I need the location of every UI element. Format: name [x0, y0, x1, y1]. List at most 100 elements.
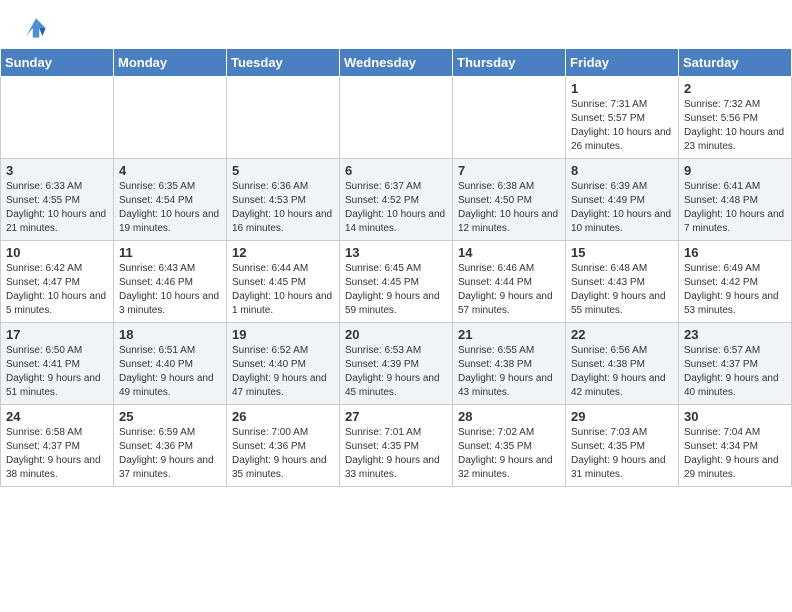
- day-info: Sunrise: 6:44 AM Sunset: 4:45 PM Dayligh…: [232, 263, 332, 316]
- calendar-cell: 19 Sunrise: 6:52 AM Sunset: 4:40 PM Dayli…: [227, 323, 340, 405]
- calendar-week-5: 24Sunrise: 6:58 AM Sunset: 4:37 PM Dayli…: [1, 405, 792, 487]
- day-info: Sunrise: 6:35 AM Sunset: 4:54 PM Dayligh…: [119, 181, 219, 234]
- calendar-cell: 28 Sunrise: 7:02 AM Sunset: 4:35 PM Dayli…: [453, 405, 566, 487]
- day-info: Sunrise: 6:55 AM Sunset: 4:38 PM Dayligh…: [458, 345, 553, 398]
- day-number: 10: [6, 245, 108, 260]
- day-number: 6: [345, 163, 447, 178]
- calendar-cell: [227, 77, 340, 159]
- calendar-cell: 22 Sunrise: 6:56 AM Sunset: 4:38 PM Dayli…: [566, 323, 679, 405]
- day-number: 26: [232, 409, 334, 424]
- calendar-cell: 13 Sunrise: 6:45 AM Sunset: 4:45 PM Dayli…: [340, 241, 453, 323]
- col-header-monday: Monday: [114, 49, 227, 77]
- calendar-cell: 26 Sunrise: 7:00 AM Sunset: 4:36 PM Dayli…: [227, 405, 340, 487]
- day-number: 4: [119, 163, 221, 178]
- day-info: Sunrise: 6:33 AM Sunset: 4:55 PM Dayligh…: [6, 181, 106, 234]
- day-number: 22: [571, 327, 673, 342]
- calendar-cell: 20 Sunrise: 6:53 AM Sunset: 4:39 PM Dayli…: [340, 323, 453, 405]
- day-info: Sunrise: 6:37 AM Sunset: 4:52 PM Dayligh…: [345, 181, 445, 234]
- col-header-saturday: Saturday: [679, 49, 792, 77]
- calendar-cell: 8Sunrise: 6:39 AM Sunset: 4:49 PM Daylig…: [566, 159, 679, 241]
- calendar-cell: 7 Sunrise: 6:38 AM Sunset: 4:50 PM Daylig…: [453, 159, 566, 241]
- page-header: [0, 0, 792, 48]
- day-number: 15: [571, 245, 673, 260]
- calendar-cell: 2 Sunrise: 7:32 AM Sunset: 5:56 PM Daylig…: [679, 77, 792, 159]
- calendar-week-3: 10 Sunrise: 6:42 AM Sunset: 4:47 PM Dayli…: [1, 241, 792, 323]
- col-header-sunday: Sunday: [1, 49, 114, 77]
- day-number: 24: [6, 409, 108, 424]
- day-number: 13: [345, 245, 447, 260]
- calendar-week-4: 17 Sunrise: 6:50 AM Sunset: 4:41 PM Dayli…: [1, 323, 792, 405]
- calendar-cell: 6 Sunrise: 6:37 AM Sunset: 4:52 PM Daylig…: [340, 159, 453, 241]
- calendar-cell: 25 Sunrise: 6:59 AM Sunset: 4:36 PM Dayli…: [114, 405, 227, 487]
- day-number: 8: [571, 163, 673, 178]
- day-number: 2: [684, 81, 786, 96]
- day-info: Sunrise: 6:50 AM Sunset: 4:41 PM Dayligh…: [6, 345, 101, 398]
- calendar-cell: 24Sunrise: 6:58 AM Sunset: 4:37 PM Dayli…: [1, 405, 114, 487]
- calendar-cell: 16 Sunrise: 6:49 AM Sunset: 4:42 PM Dayli…: [679, 241, 792, 323]
- day-info: Sunrise: 6:38 AM Sunset: 4:50 PM Dayligh…: [458, 181, 558, 234]
- day-info: Sunrise: 6:51 AM Sunset: 4:40 PM Dayligh…: [119, 345, 214, 398]
- day-info: Sunrise: 6:43 AM Sunset: 4:46 PM Dayligh…: [119, 263, 219, 316]
- day-info: Sunrise: 6:52 AM Sunset: 4:40 PM Dayligh…: [232, 345, 327, 398]
- day-number: 25: [119, 409, 221, 424]
- day-info: Sunrise: 7:32 AM Sunset: 5:56 PM Dayligh…: [684, 99, 784, 152]
- day-info: Sunrise: 6:45 AM Sunset: 4:45 PM Dayligh…: [345, 263, 440, 316]
- col-header-tuesday: Tuesday: [227, 49, 340, 77]
- day-number: 23: [684, 327, 786, 342]
- day-info: Sunrise: 6:36 AM Sunset: 4:53 PM Dayligh…: [232, 181, 332, 234]
- calendar-cell: 12 Sunrise: 6:44 AM Sunset: 4:45 PM Dayli…: [227, 241, 340, 323]
- day-info: Sunrise: 7:00 AM Sunset: 4:36 PM Dayligh…: [232, 427, 327, 480]
- day-info: Sunrise: 6:57 AM Sunset: 4:37 PM Dayligh…: [684, 345, 779, 398]
- logo-icon: [20, 12, 52, 44]
- day-number: 11: [119, 245, 221, 260]
- day-number: 21: [458, 327, 560, 342]
- day-number: 28: [458, 409, 560, 424]
- day-number: 5: [232, 163, 334, 178]
- day-info: Sunrise: 6:42 AM Sunset: 4:47 PM Dayligh…: [6, 263, 106, 316]
- day-number: 29: [571, 409, 673, 424]
- day-number: 18: [119, 327, 221, 342]
- calendar-cell: 3Sunrise: 6:33 AM Sunset: 4:55 PM Daylig…: [1, 159, 114, 241]
- calendar-week-1: 1Sunrise: 7:31 AM Sunset: 5:57 PM Daylig…: [1, 77, 792, 159]
- calendar-cell: 17 Sunrise: 6:50 AM Sunset: 4:41 PM Dayli…: [1, 323, 114, 405]
- day-info: Sunrise: 6:46 AM Sunset: 4:44 PM Dayligh…: [458, 263, 553, 316]
- calendar-cell: 11 Sunrise: 6:43 AM Sunset: 4:46 PM Dayli…: [114, 241, 227, 323]
- calendar-cell: [114, 77, 227, 159]
- day-number: 19: [232, 327, 334, 342]
- col-header-wednesday: Wednesday: [340, 49, 453, 77]
- calendar-cell: 5 Sunrise: 6:36 AM Sunset: 4:53 PM Daylig…: [227, 159, 340, 241]
- day-number: 14: [458, 245, 560, 260]
- col-header-thursday: Thursday: [453, 49, 566, 77]
- calendar-cell: 23 Sunrise: 6:57 AM Sunset: 4:37 PM Dayli…: [679, 323, 792, 405]
- day-info: Sunrise: 6:41 AM Sunset: 4:48 PM Dayligh…: [684, 181, 784, 234]
- day-number: 20: [345, 327, 447, 342]
- calendar-cell: 14 Sunrise: 6:46 AM Sunset: 4:44 PM Dayli…: [453, 241, 566, 323]
- calendar-cell: 21 Sunrise: 6:55 AM Sunset: 4:38 PM Dayli…: [453, 323, 566, 405]
- day-info: Sunrise: 7:01 AM Sunset: 4:35 PM Dayligh…: [345, 427, 440, 480]
- logo: [16, 12, 52, 44]
- day-number: 7: [458, 163, 560, 178]
- day-info: Sunrise: 7:31 AM Sunset: 5:57 PM Dayligh…: [571, 99, 671, 152]
- calendar-cell: [340, 77, 453, 159]
- calendar-cell: 29 Sunrise: 7:03 AM Sunset: 4:35 PM Dayli…: [566, 405, 679, 487]
- calendar-week-2: 3Sunrise: 6:33 AM Sunset: 4:55 PM Daylig…: [1, 159, 792, 241]
- col-header-friday: Friday: [566, 49, 679, 77]
- calendar-header-row: SundayMondayTuesdayWednesdayThursdayFrid…: [1, 49, 792, 77]
- day-info: Sunrise: 6:59 AM Sunset: 4:36 PM Dayligh…: [119, 427, 214, 480]
- calendar-cell: 4 Sunrise: 6:35 AM Sunset: 4:54 PM Daylig…: [114, 159, 227, 241]
- day-info: Sunrise: 7:03 AM Sunset: 4:35 PM Dayligh…: [571, 427, 666, 480]
- day-number: 16: [684, 245, 786, 260]
- day-info: Sunrise: 6:53 AM Sunset: 4:39 PM Dayligh…: [345, 345, 440, 398]
- day-number: 17: [6, 327, 108, 342]
- calendar-cell: 30Sunrise: 7:04 AM Sunset: 4:34 PM Dayli…: [679, 405, 792, 487]
- day-info: Sunrise: 7:04 AM Sunset: 4:34 PM Dayligh…: [684, 427, 779, 480]
- day-info: Sunrise: 7:02 AM Sunset: 4:35 PM Dayligh…: [458, 427, 553, 480]
- day-info: Sunrise: 6:48 AM Sunset: 4:43 PM Dayligh…: [571, 263, 666, 316]
- day-info: Sunrise: 6:49 AM Sunset: 4:42 PM Dayligh…: [684, 263, 779, 316]
- day-number: 9: [684, 163, 786, 178]
- calendar-cell: 1Sunrise: 7:31 AM Sunset: 5:57 PM Daylig…: [566, 77, 679, 159]
- day-number: 27: [345, 409, 447, 424]
- day-number: 12: [232, 245, 334, 260]
- day-info: Sunrise: 6:56 AM Sunset: 4:38 PM Dayligh…: [571, 345, 666, 398]
- calendar-cell: 10 Sunrise: 6:42 AM Sunset: 4:47 PM Dayli…: [1, 241, 114, 323]
